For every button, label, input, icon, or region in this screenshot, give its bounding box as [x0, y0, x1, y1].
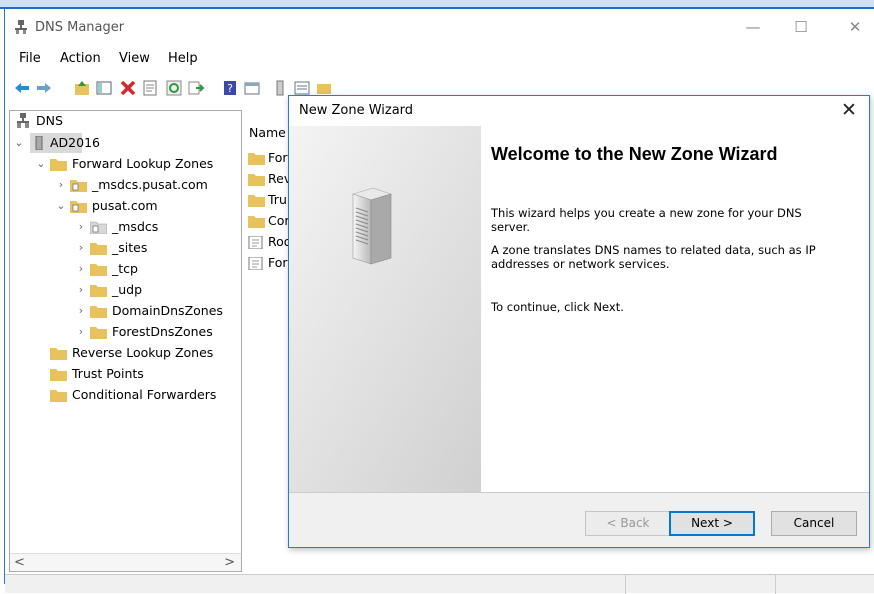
- taskbar-strip: [0, 0, 874, 9]
- folder-icon: [50, 368, 67, 381]
- horizontal-scrollbar[interactable]: < >: [10, 553, 241, 571]
- tree-item-pusat-com[interactable]: pusat.com: [92, 196, 158, 216]
- tree-item-reverse-lookup-zones[interactable]: Reverse Lookup Zones: [72, 343, 213, 363]
- tree-item-sites[interactable]: _sites: [112, 238, 147, 258]
- tree-item-forestdnszones[interactable]: ForestDnsZones: [112, 322, 213, 342]
- list-item[interactable]: For: [268, 253, 288, 273]
- tree-item-conditional-forwarders[interactable]: Conditional Forwarders: [72, 385, 216, 405]
- folder-icon: [248, 173, 265, 186]
- console-tree-pane: DNS ⌄ AD2016 ⌄ Forward Lookup Zones › _m…: [9, 110, 242, 572]
- back-button[interactable]: < Back: [585, 511, 671, 536]
- dns-manager-icon: [15, 20, 27, 34]
- record-icon: [248, 235, 265, 250]
- status-divider: [625, 575, 626, 594]
- server-tower-icon: [349, 186, 395, 266]
- back-arrow-icon[interactable]: [13, 79, 31, 97]
- forward-arrow-icon[interactable]: [35, 79, 53, 97]
- dialog-close-button[interactable]: ✕: [837, 99, 861, 121]
- list-item[interactable]: Cor: [268, 211, 290, 231]
- wizard-paragraph: To continue, click Next.: [491, 300, 624, 314]
- chevron-right-icon[interactable]: ›: [76, 280, 86, 300]
- console-tree-icon[interactable]: [243, 79, 261, 97]
- folder-icon: [90, 242, 107, 255]
- folder-icon: [248, 152, 265, 165]
- chevron-down-icon[interactable]: ⌄: [14, 133, 24, 153]
- scroll-left-arrow[interactable]: <: [14, 555, 25, 570]
- delete-icon[interactable]: [119, 79, 137, 97]
- dialog-title-bar: New Zone Wizard ✕: [289, 96, 869, 126]
- menu-view[interactable]: View: [119, 51, 150, 66]
- zone-icon: [70, 179, 87, 192]
- server-icon: [34, 135, 44, 151]
- help-icon[interactable]: ?: [221, 79, 239, 97]
- properties-icon[interactable]: [141, 79, 159, 97]
- up-folder-icon[interactable]: [73, 79, 91, 97]
- tree-item-dns[interactable]: DNS: [36, 111, 63, 131]
- chevron-down-icon[interactable]: ⌄: [56, 196, 66, 216]
- folder-icon: [90, 305, 107, 318]
- refresh-icon[interactable]: [165, 79, 183, 97]
- chevron-right-icon[interactable]: ›: [76, 238, 86, 258]
- folder-icon: [50, 389, 67, 402]
- folder-icon: [248, 215, 265, 228]
- new-zone-wizard-dialog: New Zone Wizard ✕ Welcome to the New Zon…: [288, 95, 870, 548]
- delegation-folder-icon: [89, 221, 108, 235]
- tree-item-msdcs[interactable]: _msdcs: [112, 217, 158, 237]
- tree-item-trust-points[interactable]: Trust Points: [72, 364, 144, 384]
- window-title: DNS Manager: [35, 20, 125, 35]
- chevron-right-icon[interactable]: ›: [76, 301, 86, 321]
- dialog-divider: [289, 492, 869, 493]
- minimize-button[interactable]: —: [741, 17, 765, 37]
- next-button[interactable]: Next >: [669, 511, 755, 536]
- tree-item-udp[interactable]: _udp: [112, 280, 142, 300]
- maximize-button[interactable]: ☐: [789, 17, 813, 37]
- dialog-title: New Zone Wizard: [299, 103, 414, 118]
- tree-item-tcp[interactable]: _tcp: [112, 259, 138, 279]
- wizard-content: Welcome to the New Zone Wizard This wiza…: [481, 126, 869, 492]
- scroll-right-arrow[interactable]: >: [224, 555, 235, 570]
- wizard-heading: Welcome to the New Zone Wizard: [491, 144, 778, 164]
- tree-item-ad2016[interactable]: AD2016: [50, 133, 100, 153]
- dns-root-icon: [16, 113, 30, 129]
- folder-icon: [50, 347, 67, 360]
- folder-icon: [90, 326, 107, 339]
- column-header-name[interactable]: Name: [249, 125, 286, 140]
- show-hide-tree-icon[interactable]: [95, 79, 113, 97]
- folder-icon: [248, 194, 265, 207]
- tree-item-msdcs-pusat-com[interactable]: _msdcs.pusat.com: [92, 175, 208, 195]
- export-icon[interactable]: [187, 79, 205, 97]
- folder-icon: [90, 263, 107, 276]
- chevron-right-icon[interactable]: ›: [76, 259, 86, 279]
- chevron-down-icon[interactable]: ⌄: [36, 154, 46, 174]
- tree-item-domaindnszones[interactable]: DomainDnsZones: [112, 301, 223, 321]
- wizard-banner: [289, 126, 481, 492]
- cancel-button[interactable]: Cancel: [771, 511, 857, 536]
- status-divider: [775, 575, 776, 594]
- wizard-paragraph: A zone translates DNS names to related d…: [491, 243, 816, 271]
- list-item[interactable]: Tru: [268, 190, 287, 210]
- close-button[interactable]: ✕: [843, 17, 867, 37]
- list-item[interactable]: For: [268, 148, 288, 168]
- folder-icon: [50, 158, 67, 171]
- wizard-paragraph: This wizard helps you create a new zone …: [491, 206, 802, 234]
- chevron-right-icon[interactable]: ›: [76, 322, 86, 342]
- tree-item-forward-lookup-zones[interactable]: Forward Lookup Zones: [72, 154, 213, 174]
- title-bar: DNS Manager — ☐ ✕: [5, 9, 874, 45]
- menu-action[interactable]: Action: [60, 51, 101, 66]
- chevron-right-icon[interactable]: ›: [56, 175, 66, 195]
- menu-help[interactable]: Help: [168, 51, 198, 66]
- chevron-right-icon[interactable]: ›: [76, 217, 86, 237]
- folder-icon: [90, 284, 107, 297]
- menu-file[interactable]: File: [19, 51, 41, 66]
- svg-text:?: ?: [227, 82, 233, 95]
- server-icon[interactable]: [271, 79, 289, 97]
- zone-icon: [70, 200, 87, 213]
- record-icon: [248, 256, 265, 271]
